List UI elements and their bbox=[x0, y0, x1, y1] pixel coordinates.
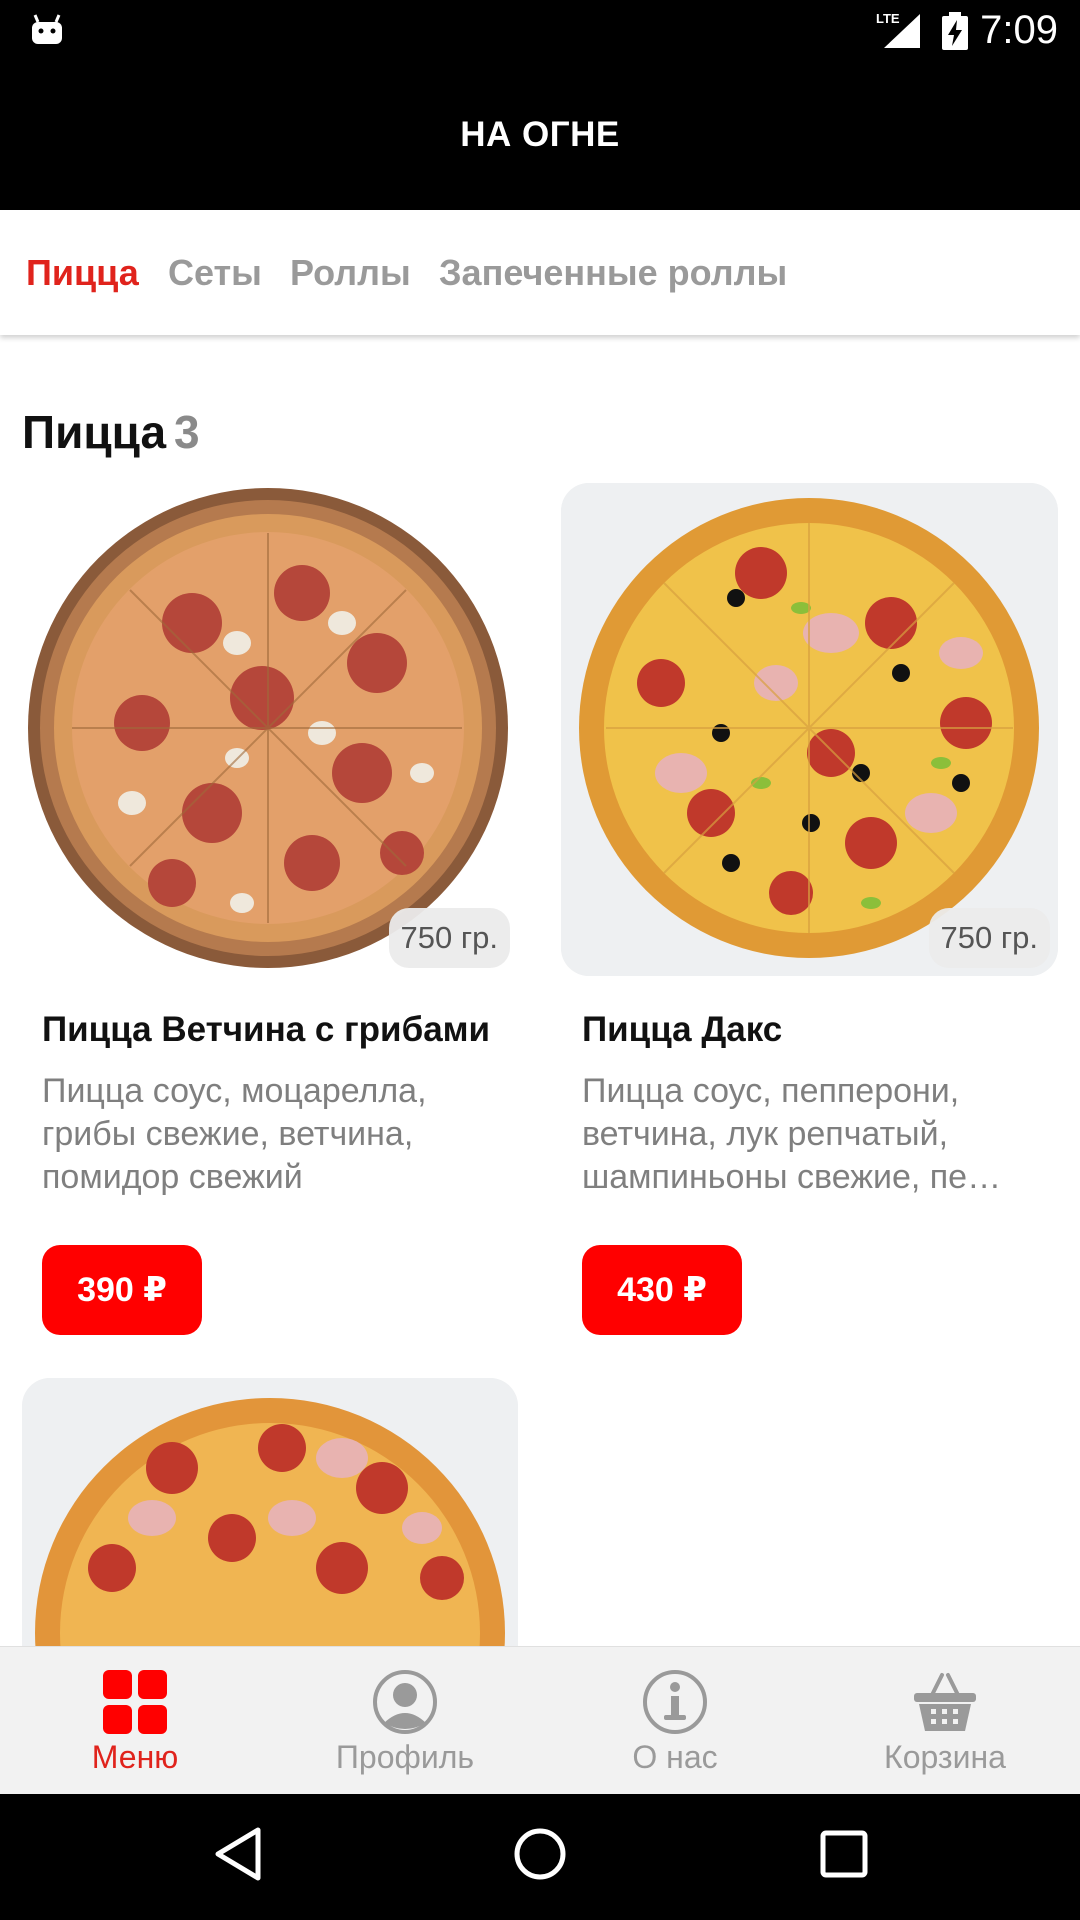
nav-cart[interactable]: Корзина bbox=[810, 1647, 1080, 1795]
nav-about-label: О нас bbox=[632, 1739, 718, 1775]
tab-pizza[interactable]: Пицца bbox=[26, 252, 139, 294]
nav-about[interactable]: О нас bbox=[540, 1647, 810, 1795]
nav-profile[interactable]: Профиль bbox=[270, 1647, 540, 1795]
nav-cart-label: Корзина bbox=[884, 1739, 1006, 1775]
battery-charging-icon bbox=[942, 12, 968, 50]
home-icon[interactable] bbox=[512, 1824, 568, 1884]
add-to-cart-price-button[interactable]: 430 ₽ bbox=[582, 1245, 742, 1335]
product-name[interactable]: Пицца Ветчина с грибами bbox=[42, 1010, 490, 1050]
grid-icon bbox=[103, 1670, 167, 1734]
product-weight: 750 гр. bbox=[928, 908, 1050, 968]
product-description: Пицца соус, пепперони, ветчина, лук репч… bbox=[582, 1072, 1002, 1196]
clock: 7:09 bbox=[980, 8, 1058, 52]
bottom-navigation: Меню Профиль О нас Корзина bbox=[0, 1646, 1080, 1794]
system-navigation-bar bbox=[0, 1794, 1080, 1920]
section-title: Пицца 3 bbox=[22, 405, 200, 459]
category-tabs: Пицца Сеты Роллы Запеченные роллы bbox=[0, 210, 1080, 335]
tab-baked-rolls[interactable]: Запеченные роллы bbox=[439, 252, 787, 294]
back-icon[interactable] bbox=[210, 1824, 266, 1884]
app-bar: НА ОГНЕ bbox=[0, 63, 1080, 210]
pizza-photo bbox=[28, 488, 508, 968]
tab-sets[interactable]: Сеты bbox=[168, 252, 262, 294]
basket-icon bbox=[914, 1673, 976, 1731]
android-notification-icon bbox=[32, 14, 62, 44]
product-image-ham-mushroom[interactable]: 750 гр. bbox=[22, 483, 518, 976]
svg-text:LTE: LTE bbox=[876, 11, 900, 26]
add-to-cart-price-button[interactable]: 390 ₽ bbox=[42, 1245, 202, 1335]
status-bar: LTE 7:09 bbox=[0, 0, 1080, 63]
lte-signal-icon: LTE bbox=[876, 11, 920, 48]
nav-profile-label: Профиль bbox=[335, 1739, 475, 1775]
product-name[interactable]: Пицца Дакс bbox=[582, 1010, 782, 1050]
product-weight: 750 гр. bbox=[388, 908, 510, 968]
nav-menu-label: Меню bbox=[91, 1739, 179, 1775]
product-description: Пицца соус, моцарелла, грибы свежие, вет… bbox=[42, 1072, 427, 1196]
product-image-daks[interactable]: 750 гр. bbox=[561, 483, 1058, 976]
tab-rolls[interactable]: Роллы bbox=[290, 252, 411, 294]
section-count: 3 bbox=[174, 406, 200, 458]
section-name: Пицца bbox=[22, 406, 167, 458]
recents-icon[interactable] bbox=[816, 1824, 872, 1884]
profile-icon bbox=[373, 1670, 437, 1734]
nav-menu[interactable]: Меню bbox=[0, 1647, 270, 1795]
pizza-photo bbox=[561, 483, 1058, 976]
app-title: НА ОГНЕ bbox=[460, 115, 620, 154]
info-icon bbox=[643, 1670, 707, 1734]
app-screen: LTE 7:09 НА ОГНЕ Пицца Сеты Роллы Запече… bbox=[0, 0, 1080, 1920]
